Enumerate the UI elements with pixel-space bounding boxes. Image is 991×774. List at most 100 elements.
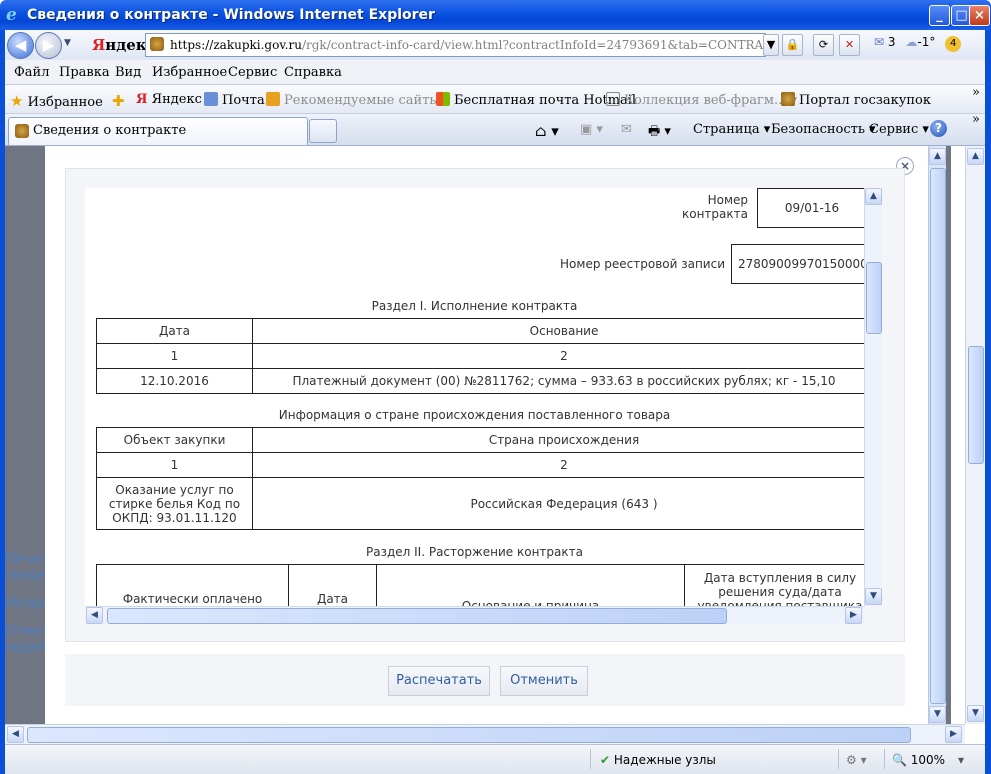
window-title: Сведения о контракте - Windows Internet … — [27, 7, 435, 23]
favorites-star-icon: ★ — [10, 92, 24, 110]
scroll-down-icon[interactable]: ▼ — [865, 588, 882, 605]
scroll-right-icon[interactable]: ▶ — [945, 726, 962, 743]
print-icon[interactable]: 🖶 ▾ — [648, 122, 671, 144]
fav-web-slices[interactable]: Коллекция веб-фрагм... ▾ — [606, 92, 797, 108]
tools-menu[interactable]: Сервис ▾ — [869, 122, 929, 137]
scroll-thumb[interactable] — [866, 262, 882, 334]
bg-link-info[interactable]: сведе — [5, 568, 45, 583]
help-icon[interactable]: ? — [930, 120, 947, 137]
window-frame-left — [0, 30, 5, 774]
dialog-vertical-scrollbar[interactable]: ▲ ▼ — [928, 146, 946, 724]
favorites-button[interactable]: ★ Избранное — [10, 92, 103, 110]
document-scroll-pane[interactable]: Номер контракта 09/01-16 Номер реестрово… — [85, 188, 864, 606]
scroll-thumb[interactable] — [27, 727, 911, 743]
fav-suggested-sites[interactable]: Рекомендуемые сайты ▾ — [266, 92, 450, 108]
security-menu[interactable]: Безопасность ▾ — [771, 122, 876, 137]
menu-file[interactable]: Файл — [14, 65, 49, 80]
address-toolbar: ◀ ▶ ▼ Яндекс https://zakupki.gov.ru/rgk/… — [0, 30, 991, 60]
minimize-button[interactable]: _ — [929, 5, 950, 26]
zoom-control[interactable]: 🔍 100% — [892, 753, 945, 767]
scroll-down-icon[interactable]: ▼ — [967, 705, 984, 722]
close-window-button[interactable]: × — [969, 5, 990, 26]
origin-title: Информация о стране происхождения постав… — [278, 408, 671, 422]
scroll-left-icon[interactable]: ◀ — [7, 726, 24, 743]
toolbar-widgets: ✉ 3 ☁-1° 4 — [874, 35, 962, 52]
execution-basis: Платежный документ (00) №2811762; сумма … — [252, 368, 864, 394]
address-dropdown-icon[interactable]: ▼ — [763, 34, 779, 56]
page-horizontal-scrollbar[interactable]: ◀ ▶ — [5, 724, 965, 744]
back-button[interactable]: ◀ — [7, 32, 34, 59]
col-court-date-header: Дата вступления в силу решения суда/дата… — [684, 564, 864, 606]
history-dropdown-icon[interactable]: ▼ — [64, 38, 71, 48]
fav-zakupki-portal[interactable]: Портал госзакупок — [781, 92, 931, 108]
scroll-right-icon[interactable]: ▶ — [845, 607, 862, 624]
pane-vertical-scrollbar[interactable]: ▲ ▼ — [864, 188, 882, 606]
favorites-label: Избранное — [27, 95, 103, 110]
site-crest-icon — [15, 124, 29, 138]
scroll-left-icon[interactable]: ◀ — [86, 607, 103, 624]
col-country-header: Страна происхождения — [252, 427, 864, 453]
scroll-thumb[interactable] — [107, 608, 727, 624]
page-menu[interactable]: Страница ▾ — [693, 122, 770, 137]
window-frame-right — [985, 30, 991, 774]
protected-mode-icon[interactable]: ⚙ ▾ — [846, 753, 867, 767]
feeds-icon[interactable]: ▣ ▾ — [580, 122, 603, 137]
fav-mail[interactable]: Почта — [204, 92, 265, 108]
contract-number-value: 09/01-16 — [757, 188, 864, 228]
col-date-header: Дата — [96, 318, 253, 344]
scroll-down-icon[interactable]: ▼ — [929, 706, 946, 723]
col-reason-header: Основание и причина — [376, 564, 685, 606]
url-path: /rgk/contract-info-card/view.html?contra… — [301, 38, 765, 52]
registry-number-value: 2780900997015000030 — [731, 244, 864, 284]
more-favorites-icon[interactable]: » — [972, 85, 980, 100]
section2-title: Раздел II. Расторжение контракта — [365, 545, 583, 559]
cancel-button[interactable]: Отменить — [500, 666, 588, 696]
menu-bar: Файл Правка Вид Избранное Сервис Справка — [0, 60, 991, 85]
add-favorite-icon[interactable]: ✚ — [112, 92, 125, 110]
index-cell: 2 — [252, 343, 864, 369]
pane-horizontal-scrollbar[interactable]: ◀ ▶ — [85, 606, 864, 624]
windows-icon — [436, 92, 450, 106]
scroll-thumb[interactable] — [968, 346, 984, 464]
execution-table: Дата Основание 1 2 12.10.2016 Платежный … — [96, 318, 864, 394]
lock-icon[interactable]: 🔒 — [782, 34, 803, 56]
menu-edit[interactable]: Правка — [59, 65, 110, 80]
home-icon[interactable]: ⌂ ▾ — [535, 122, 559, 140]
forward-button[interactable]: ▶ — [35, 32, 62, 59]
window-title-bar: e Сведения о контракте - Windows Interne… — [0, 0, 991, 30]
scroll-thumb[interactable] — [930, 168, 946, 704]
new-tab-button[interactable] — [309, 119, 337, 143]
tab-contract-info[interactable]: Сведения о контракте — [8, 117, 308, 145]
scroll-up-icon[interactable]: ▲ — [865, 188, 882, 205]
stop-icon[interactable]: ✕ — [839, 34, 860, 56]
bing-icon — [266, 92, 280, 106]
mail-icon[interactable]: ✉ — [874, 35, 884, 49]
status-bar: ✔ Надежные узлы ⚙ ▾ 🔍 100% ▾ — [0, 744, 991, 774]
table-row: 12.10.2016 Платежный документ (00) №2811… — [96, 368, 864, 394]
origin-table: Объект закупки Страна происхождения 1 2 … — [96, 427, 864, 530]
more-commands-icon[interactable]: » — [972, 112, 980, 127]
col-basis-header: Основание — [252, 318, 864, 344]
read-mail-icon[interactable]: ✉ — [621, 122, 632, 137]
fav-yandex[interactable]: Я Яндекс — [136, 92, 202, 107]
notification-badge[interactable]: 4 — [945, 36, 962, 52]
print-button[interactable]: Распечатать — [388, 666, 490, 696]
execution-date: 12.10.2016 — [96, 368, 253, 394]
refresh-icon[interactable]: ⟳ — [813, 34, 834, 56]
scroll-up-icon[interactable]: ▲ — [967, 148, 984, 165]
security-zone[interactable]: ✔ Надежные узлы — [600, 753, 716, 767]
menu-help[interactable]: Справка — [284, 65, 342, 80]
favorites-bar: ★ Избранное ✚ Я Яндекс Почта Рекомендуем… — [0, 85, 991, 114]
menu-favorites[interactable]: Избранное — [152, 65, 227, 80]
menu-tools[interactable]: Сервис — [228, 65, 277, 80]
scroll-up-icon[interactable]: ▲ — [929, 148, 946, 165]
col-date-header: Дата — [288, 564, 377, 606]
page-vertical-scrollbar[interactable]: ▲ ▼ — [965, 146, 985, 724]
bg-link-mark[interactable]: Отмет — [5, 624, 48, 639]
index-cell: 1 — [96, 343, 253, 369]
address-input[interactable]: https://zakupki.gov.ru/rgk/contract-info… — [145, 33, 766, 57]
mail-icon — [204, 92, 218, 106]
zoom-dropdown-icon[interactable]: ▾ — [958, 753, 964, 767]
bg-link-invalid[interactable]: недей — [5, 640, 47, 655]
menu-view[interactable]: Вид — [115, 65, 141, 80]
